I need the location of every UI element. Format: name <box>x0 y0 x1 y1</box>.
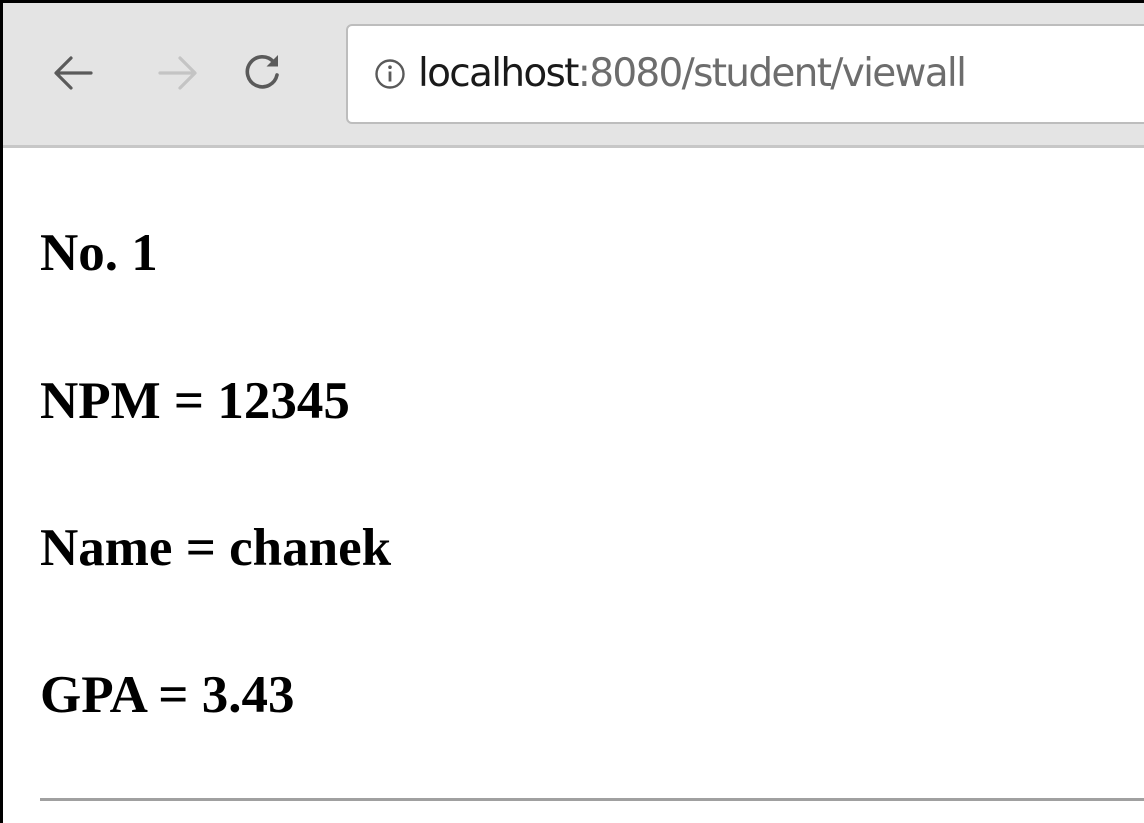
student-gpa: GPA = 3.43 <box>40 666 295 724</box>
arrow-right-icon <box>158 56 197 90</box>
url-host: localhost <box>418 51 579 96</box>
reload-icon <box>245 55 279 89</box>
student-name: Name = chanek <box>40 519 392 577</box>
page-content: No. 1 NPM = 12345 Name = chanek GPA = 3.… <box>3 148 1144 823</box>
horizontal-rule <box>40 798 1144 801</box>
student-number: No. 1 <box>40 224 158 282</box>
arrow-left-icon <box>54 56 93 90</box>
address-bar[interactable]: localhost:8080/student/viewall <box>346 24 1144 124</box>
forward-button[interactable] <box>148 41 208 105</box>
student-npm: NPM = 12345 <box>40 372 350 430</box>
back-button[interactable] <box>43 41 103 105</box>
browser-toolbar: localhost:8080/student/viewall <box>3 3 1144 148</box>
reload-button[interactable] <box>233 41 293 105</box>
browser-window: localhost:8080/student/viewall No. 1 NPM… <box>0 0 1144 823</box>
info-circle-icon[interactable] <box>374 58 406 90</box>
url-text[interactable]: localhost:8080/student/viewall <box>418 48 967 100</box>
url-path: :8080/student/viewall <box>577 51 967 96</box>
